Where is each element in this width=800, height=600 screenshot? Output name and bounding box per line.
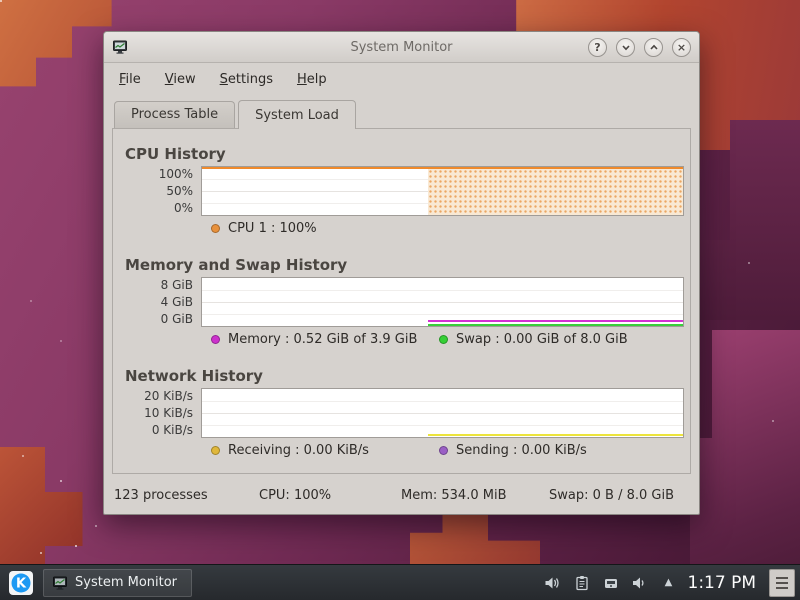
network-section: Network History 20 KiB/s 10 KiB/s 0 KiB/… bbox=[115, 367, 686, 458]
legend-item: CPU 1 : 100% bbox=[211, 221, 439, 236]
tab-process-table[interactable]: Process Table bbox=[114, 101, 235, 128]
cpu1-legend-dot bbox=[211, 224, 220, 233]
close-button[interactable]: × bbox=[672, 38, 691, 57]
network-history-title: Network History bbox=[115, 367, 686, 385]
cpu-legend: CPU 1 : 100% bbox=[115, 221, 686, 236]
help-button[interactable]: ? bbox=[588, 38, 607, 57]
chevron-up-icon bbox=[649, 43, 659, 52]
cpu-section: CPU History 100% 50% 0% bbox=[115, 145, 686, 236]
legend-item: Sending : 0.00 KiB/s bbox=[439, 443, 667, 458]
desktop: System Monitor ? × File View Settings He… bbox=[0, 0, 800, 600]
network-chart[interactable] bbox=[201, 388, 684, 438]
memory-chart[interactable] bbox=[201, 277, 684, 327]
network-line bbox=[428, 434, 683, 436]
expand-tray-icon[interactable]: ▲ bbox=[660, 574, 678, 592]
help-icon: ? bbox=[594, 41, 600, 54]
statusbar: 123 processes CPU: 100% Mem: 534.0 MiB S… bbox=[104, 474, 699, 514]
cpu-axis-ticks: 100% 50% 0% bbox=[115, 166, 201, 216]
memory-legend-dot bbox=[211, 335, 220, 344]
cpu-chart[interactable] bbox=[201, 166, 684, 216]
chevron-down-icon bbox=[621, 43, 631, 52]
panel-toolbox-button[interactable] bbox=[769, 569, 795, 597]
legend-item: Memory : 0.52 GiB of 3.9 GiB bbox=[211, 332, 439, 347]
menu-file[interactable]: File bbox=[110, 69, 150, 90]
wallpaper-shape bbox=[690, 330, 800, 600]
legend-item: Receiving : 0.00 KiB/s bbox=[211, 443, 439, 458]
memory-legend: Memory : 0.52 GiB of 3.9 GiB Swap : 0.00… bbox=[115, 332, 686, 347]
receiving-legend-dot bbox=[211, 446, 220, 455]
taskbar: K System Monitor bbox=[0, 564, 800, 600]
svg-text:K: K bbox=[16, 576, 27, 591]
device-notifier-icon[interactable] bbox=[602, 574, 620, 592]
memory-line bbox=[428, 320, 683, 322]
sending-legend-dot bbox=[439, 446, 448, 455]
maximize-button[interactable] bbox=[644, 38, 663, 57]
wallpaper-shape bbox=[410, 512, 540, 564]
swap-legend-dot bbox=[439, 335, 448, 344]
system-load-pane: CPU History 100% 50% 0% bbox=[112, 128, 691, 474]
menubar: File View Settings Help bbox=[104, 63, 699, 95]
network-legend: Receiving : 0.00 KiB/s Sending : 0.00 Ki… bbox=[115, 443, 686, 458]
tabbar: Process Table System Load bbox=[104, 95, 699, 128]
minimize-button[interactable] bbox=[616, 38, 635, 57]
app-launcher-button[interactable]: K bbox=[7, 569, 35, 597]
kde-logo-icon: K bbox=[8, 570, 34, 596]
tab-system-load[interactable]: System Load bbox=[238, 100, 356, 129]
menu-settings[interactable]: Settings bbox=[211, 69, 282, 90]
clock[interactable]: 1:17 PM bbox=[688, 573, 757, 593]
titlebar[interactable]: System Monitor ? × bbox=[104, 32, 699, 63]
swap-line bbox=[428, 324, 683, 326]
wallpaper-shape bbox=[700, 120, 800, 320]
titlebar-buttons: ? × bbox=[588, 38, 691, 57]
hamburger-icon bbox=[776, 577, 788, 589]
memory-section: Memory and Swap History 8 GiB 4 GiB 0 Gi… bbox=[115, 256, 686, 347]
swap-status: Swap: 0 B / 8.0 GiB bbox=[549, 488, 674, 503]
clipboard-icon[interactable] bbox=[573, 574, 591, 592]
task-button-label: System Monitor bbox=[75, 575, 177, 590]
audio-mixer-icon[interactable] bbox=[631, 574, 649, 592]
task-button-system-monitor[interactable]: System Monitor bbox=[43, 569, 192, 597]
legend-item: Swap : 0.00 GiB of 8.0 GiB bbox=[439, 332, 667, 347]
cpu-history-title: CPU History bbox=[115, 145, 686, 163]
cpu-usage-area bbox=[428, 169, 683, 215]
process-count: 123 processes bbox=[114, 488, 208, 503]
app-icon bbox=[112, 39, 128, 55]
cpu-status: CPU: 100% bbox=[259, 488, 331, 503]
memory-axis-ticks: 8 GiB 4 GiB 0 GiB bbox=[115, 277, 201, 327]
menu-view[interactable]: View bbox=[156, 69, 205, 90]
memory-status: Mem: 534.0 MiB bbox=[401, 488, 507, 503]
system-tray: ▲ bbox=[544, 574, 678, 592]
wallpaper-stars bbox=[0, 0, 2, 2]
memory-history-title: Memory and Swap History bbox=[115, 256, 686, 274]
system-monitor-icon bbox=[52, 575, 68, 591]
volume-icon[interactable] bbox=[544, 574, 562, 592]
system-monitor-window: System Monitor ? × File View Settings He… bbox=[103, 31, 700, 515]
cpu-100-line bbox=[202, 167, 683, 169]
network-axis-ticks: 20 KiB/s 10 KiB/s 0 KiB/s bbox=[115, 388, 201, 438]
close-icon: × bbox=[677, 41, 686, 54]
menu-help[interactable]: Help bbox=[288, 69, 336, 90]
